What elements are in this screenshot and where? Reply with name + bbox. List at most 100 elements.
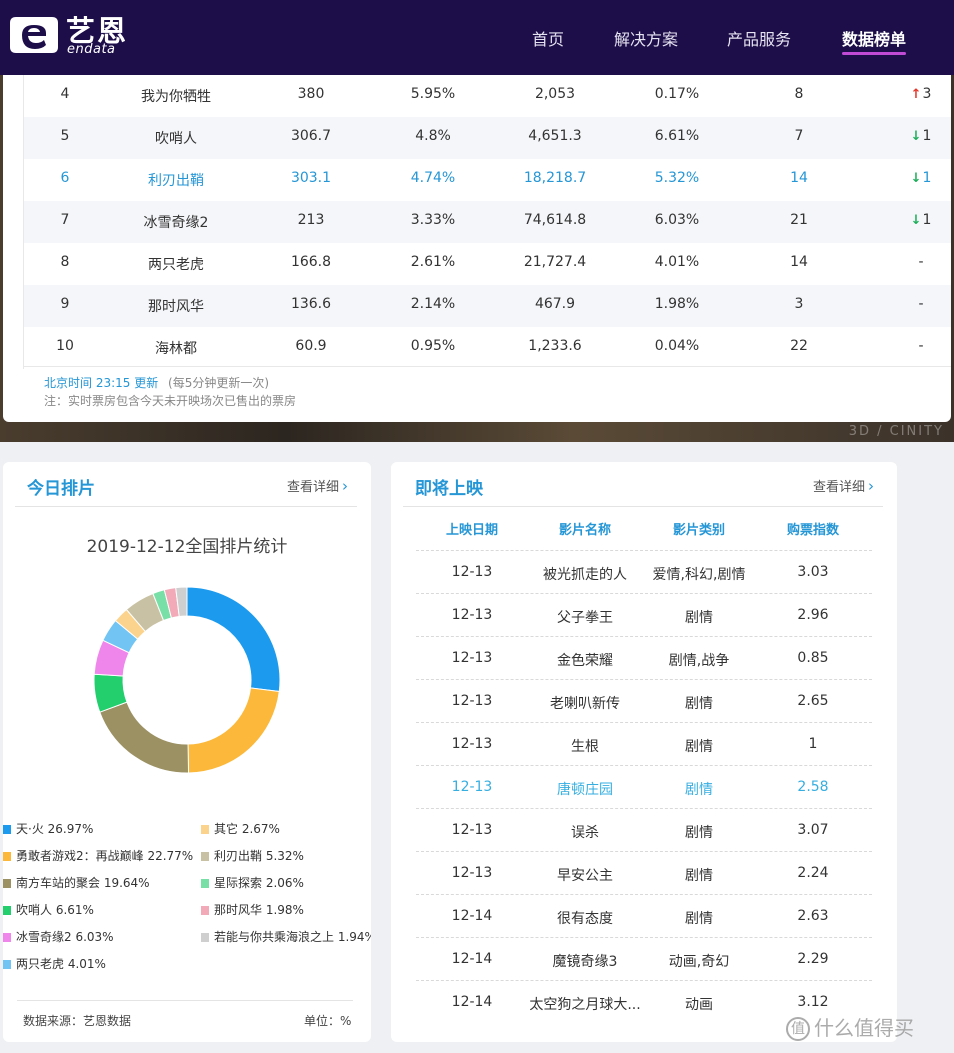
title-cell[interactable]: 那时风华	[148, 296, 204, 316]
legend-item[interactable]: 那时风华 1.98%	[201, 901, 304, 918]
share-cell: 3.33%	[410, 212, 456, 228]
trend-value: 1	[922, 128, 932, 144]
trend-cell: -	[918, 338, 924, 354]
box-cell: 136.6	[290, 296, 332, 312]
list-item[interactable]: 12-13 金色荣耀 剧情,战争 0.85	[416, 636, 872, 679]
legend-swatch	[201, 879, 209, 888]
title-cell[interactable]: 误杀	[571, 822, 599, 842]
list-item[interactable]: 12-13 老喇叭新传 剧情 2.65	[416, 679, 872, 722]
title-cell[interactable]: 吹哨人	[155, 128, 197, 148]
legend-item[interactable]: 勇敢者游戏2：再战巅峰 22.77%	[3, 847, 193, 864]
chevron-right-icon: ›	[342, 477, 349, 495]
divider	[403, 506, 883, 507]
list-item[interactable]: 12-13 被光抓走的人 爱情,科幻,剧情 3.03	[416, 550, 872, 593]
legend-item[interactable]: 星际探索 2.06%	[201, 874, 304, 891]
table-row[interactable]: 6 利刃出鞘 303.1 4.74% 18,218.7 5.32% 14 ↓1	[24, 159, 951, 201]
nav-active-indicator	[842, 52, 906, 55]
table-row[interactable]: 4 我为你牺牲 380 5.95% 2,053 0.17% 8 ↑3	[24, 75, 951, 117]
endata-logo-icon[interactable]	[8, 13, 60, 57]
legend-item[interactable]: 南方车站的聚会 19.64%	[3, 874, 150, 891]
table-row[interactable]: 5 吹哨人 306.7 4.8% 4,651.3 6.61% 7 ↓1	[24, 117, 951, 159]
rate-cell: 6.61%	[654, 128, 700, 144]
donut-slice[interactable]	[187, 687, 280, 774]
trend-cell: ↓1	[911, 128, 932, 144]
list-item[interactable]: 12-13 父子拳王 剧情 2.96	[416, 593, 872, 636]
genre-cell: 剧情	[685, 610, 713, 626]
title-cell[interactable]: 海林都	[155, 338, 197, 358]
genre-cell: 剧情,战争	[668, 653, 730, 669]
title-cell[interactable]: 老喇叭新传	[550, 693, 620, 713]
title-cell[interactable]: 我为你牺牲	[141, 86, 211, 106]
list-item[interactable]: 12-13 早安公主 剧情 2.24	[416, 851, 872, 894]
legend-item[interactable]: 其它 2.67%	[201, 820, 280, 837]
title-cell[interactable]: 唐顿庄园	[557, 779, 613, 799]
table-row[interactable]: 7 冰雪奇缘2 213 3.33% 74,614.8 6.03% 21 ↓1	[24, 201, 951, 243]
nav-products[interactable]: 产品服务	[727, 26, 791, 50]
legend-item[interactable]: 天·火 26.97%	[3, 820, 93, 837]
days-cell: 7	[794, 128, 804, 144]
legend-item[interactable]: 利刃出鞘 5.32%	[201, 847, 304, 864]
chart-legend: 天·火 26.97% 勇敢者游戏2：再战巅峰 22.77% 南方车站的聚会 19.6…	[3, 812, 371, 972]
title-cell[interactable]: 生根	[571, 736, 599, 756]
legend-label: 星际探索 2.06%	[214, 876, 304, 890]
trend-cell: ↓1	[911, 212, 932, 228]
title-cell[interactable]: 冰雪奇缘2	[144, 212, 209, 232]
legend-label: 南方车站的聚会 19.64%	[16, 876, 150, 890]
nav-rankings[interactable]: 数据榜单	[842, 26, 906, 50]
index-cell: 2.29	[797, 951, 829, 967]
title-cell[interactable]: 利刃出鞘	[148, 170, 204, 190]
date-cell: 12-14	[451, 908, 493, 924]
list-item[interactable]: 12-13 误杀 剧情 3.07	[416, 808, 872, 851]
upcoming-more-link[interactable]: 查看详细 ›	[813, 476, 874, 495]
unit-label: 单位：%	[304, 1014, 352, 1028]
donut-slice[interactable]	[186, 586, 281, 693]
more-label: 查看详细	[813, 480, 866, 495]
total-cell: 21,727.4	[523, 254, 587, 270]
legend-swatch	[201, 825, 209, 834]
title-cell[interactable]: 被光抓走的人	[543, 564, 627, 584]
legend-item[interactable]: 若能与你共乘海浪之上 1.94%	[201, 928, 371, 945]
legend-label: 其它 2.67%	[214, 822, 280, 836]
legend-label: 天·火 26.97%	[16, 822, 94, 836]
list-item[interactable]: 12-13 生根 剧情 1	[416, 722, 872, 765]
rank-cell: 5	[60, 128, 70, 144]
schedule-donut-chart[interactable]	[87, 580, 287, 780]
index-cell: 2.58	[797, 779, 829, 795]
title-cell[interactable]: 金色荣耀	[557, 650, 613, 670]
title-cell[interactable]: 父子拳王	[557, 607, 613, 627]
box-cell: 60.9	[295, 338, 327, 354]
list-item[interactable]: 12-14 魔镜奇缘3 动画,奇幻 2.29	[416, 937, 872, 980]
table-row[interactable]: 9 那时风华 136.6 2.14% 467.9 1.98% 3 -	[24, 285, 951, 327]
update-frequency: (每5分钟更新一次)	[168, 376, 270, 390]
genre-cell: 剧情	[685, 825, 713, 841]
nav-home[interactable]: 首页	[532, 26, 564, 50]
title-cell[interactable]: 早安公主	[557, 865, 613, 885]
genre-cell: 剧情	[685, 739, 713, 755]
list-item[interactable]: 12-13 唐顿庄园 剧情 2.58	[416, 765, 872, 808]
trend-cell: ↑3	[911, 86, 932, 102]
nav-solutions[interactable]: 解决方案	[614, 26, 678, 50]
rank-cell: 9	[60, 296, 70, 312]
donut-slice[interactable]	[99, 701, 190, 774]
table-row[interactable]: 8 两只老虎 166.8 2.61% 21,727.4 4.01% 14 -	[24, 243, 951, 285]
total-cell: 74,614.8	[523, 212, 587, 228]
table-row[interactable]: 10 海林都 60.9 0.95% 1,233.6 0.04% 22 -	[24, 327, 951, 369]
legend-label: 冰雪奇缘2 6.03%	[16, 930, 114, 944]
rank-cell: 10	[56, 338, 74, 354]
update-time: 北京时间 23:15 更新	[44, 376, 159, 390]
box-cell: 306.7	[290, 128, 332, 144]
legend-item[interactable]: 吹哨人 6.61%	[3, 901, 94, 918]
index-cell: 1	[808, 736, 818, 752]
trend-cell: ↓1	[911, 170, 932, 186]
list-item[interactable]: 12-14 很有态度 剧情 2.63	[416, 894, 872, 937]
title-cell[interactable]: 两只老虎	[148, 254, 204, 274]
upcoming-card: 即将上映 查看详细 › 上映日期 影片名称 影片类别 购票指数 12-13 被光抓走…	[391, 462, 897, 1042]
rate-cell: 0.17%	[654, 86, 700, 102]
total-cell: 18,218.7	[523, 170, 587, 186]
legend-item[interactable]: 两只老虎 4.01%	[3, 955, 106, 972]
legend-item[interactable]: 冰雪奇缘2 6.03%	[3, 928, 114, 945]
schedule-more-link[interactable]: 查看详细 ›	[287, 476, 348, 495]
title-cell[interactable]: 很有态度	[557, 908, 613, 928]
title-cell[interactable]: 太空狗之月球大...	[529, 994, 640, 1014]
title-cell[interactable]: 魔镜奇缘3	[553, 951, 618, 971]
